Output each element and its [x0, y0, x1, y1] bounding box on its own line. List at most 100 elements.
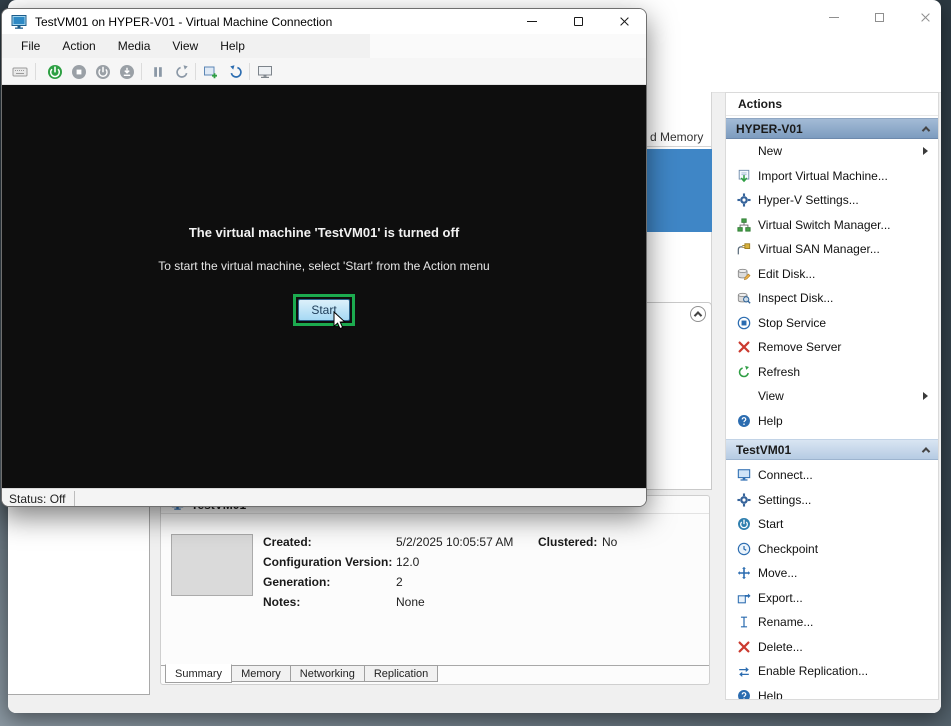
action-start[interactable]: Start: [726, 512, 938, 537]
manager-close-button[interactable]: [910, 5, 940, 29]
manager-minimize-button[interactable]: [819, 5, 849, 29]
action-edit-disk[interactable]: Edit Disk...: [726, 262, 938, 287]
toolbar-separator: [35, 63, 36, 80]
shut-down-icon: [95, 64, 111, 80]
delete-icon: [736, 639, 752, 655]
ctrl-alt-delete-button[interactable]: [10, 62, 30, 82]
action-label: Start: [758, 517, 783, 531]
submenu-arrow-icon: [923, 392, 928, 400]
action-enable-replication[interactable]: Enable Replication...: [726, 659, 938, 684]
revert-button[interactable]: [226, 62, 246, 82]
vmconnect-close-button[interactable]: [607, 9, 641, 34]
vmconnect-minimize-button[interactable]: [515, 9, 549, 34]
vmconnect-titlebar[interactable]: TestVM01 on HYPER-V01 - Virtual Machine …: [2, 9, 646, 34]
statusbar-separator: [74, 491, 75, 506]
tab-memory[interactable]: Memory: [232, 665, 291, 682]
start-vm-button[interactable]: [45, 62, 65, 82]
shut-down-button[interactable]: [93, 62, 113, 82]
action-label: Checkpoint: [758, 542, 818, 556]
minimize-icon: [829, 17, 839, 18]
submenu-arrow-icon: [923, 147, 928, 155]
vm-off-message: The virtual machine 'TestVM01' is turned…: [2, 225, 646, 240]
action-new[interactable]: New: [726, 139, 938, 164]
checkpoint-icon: [736, 541, 752, 557]
vmconnect-app-icon: [11, 14, 27, 30]
menu-file[interactable]: File: [10, 34, 51, 58]
chevron-up-icon: [694, 311, 702, 319]
settings-gear-icon: [736, 192, 752, 208]
action-import-virtual-machine[interactable]: Import Virtual Machine...: [726, 164, 938, 189]
save-state-button[interactable]: [117, 62, 137, 82]
mouse-cursor: [333, 311, 347, 331]
refresh-icon: [736, 364, 752, 380]
vmconnect-window: TestVM01 on HYPER-V01 - Virtual Machine …: [1, 8, 647, 507]
field-label: Configuration Version:: [263, 555, 392, 569]
field-label: Generation:: [263, 575, 330, 589]
pause-button[interactable]: [148, 62, 168, 82]
toolbar-separator: [141, 63, 142, 80]
action-move[interactable]: Move...: [726, 561, 938, 586]
action-checkpoint[interactable]: Checkpoint: [726, 537, 938, 562]
details-tabs: Summary Memory Networking Replication: [165, 665, 438, 683]
action-virtual-san-manager[interactable]: Virtual SAN Manager...: [726, 237, 938, 262]
action-label: Help: [758, 689, 783, 700]
move-icon: [736, 565, 752, 581]
help-icon: [736, 413, 752, 429]
action-connect[interactable]: Connect...: [726, 463, 938, 488]
inspect-disk-icon: [736, 290, 752, 306]
close-icon: [920, 12, 931, 23]
menu-view[interactable]: View: [161, 34, 209, 58]
vmconnect-statusbar: Status: Off: [2, 488, 646, 507]
turn-off-button[interactable]: [69, 62, 89, 82]
reset-button[interactable]: [172, 62, 192, 82]
action-virtual-switch-manager[interactable]: Virtual Switch Manager...: [726, 213, 938, 238]
tab-summary[interactable]: Summary: [165, 664, 232, 683]
action-view[interactable]: View: [726, 384, 938, 409]
action-hyperv-settings[interactable]: Hyper-V Settings...: [726, 188, 938, 213]
action-delete[interactable]: Delete...: [726, 635, 938, 660]
action-stop-service[interactable]: Stop Service: [726, 311, 938, 336]
start-power-icon: [736, 516, 752, 532]
action-help[interactable]: Help: [726, 409, 938, 434]
manager-maximize-button[interactable]: [864, 5, 894, 29]
maximize-icon: [875, 13, 884, 22]
menu-help[interactable]: Help: [209, 34, 256, 58]
tab-replication[interactable]: Replication: [365, 665, 438, 682]
vm-off-hint: To start the virtual machine, select 'St…: [2, 259, 646, 273]
action-help-vm[interactable]: Help: [726, 684, 938, 701]
actions-pane-title: Actions: [726, 93, 938, 116]
enhanced-session-button[interactable]: [255, 62, 275, 82]
checkpoint-button[interactable]: [201, 62, 221, 82]
field-value: None: [396, 595, 425, 609]
save-icon: [119, 64, 135, 80]
keyboard-icon: [12, 64, 28, 80]
chevron-up-icon: [922, 126, 930, 134]
collapse-panel-button[interactable]: [690, 306, 706, 322]
virtual-san-icon: [736, 241, 752, 257]
action-vm-settings[interactable]: Settings...: [726, 488, 938, 513]
import-icon: [736, 168, 752, 184]
blank-icon: [736, 143, 752, 159]
status-text: Status: Off: [9, 492, 65, 506]
action-inspect-disk[interactable]: Inspect Disk...: [726, 286, 938, 311]
action-label: Settings...: [758, 493, 811, 507]
action-label: Export...: [758, 591, 803, 605]
action-remove-server[interactable]: Remove Server: [726, 335, 938, 360]
action-label: Help: [758, 414, 783, 428]
help-icon: [736, 688, 752, 700]
action-label: New: [758, 144, 782, 158]
vmconnect-maximize-button[interactable]: [561, 9, 595, 34]
action-refresh[interactable]: Refresh: [726, 360, 938, 385]
menu-media[interactable]: Media: [107, 34, 162, 58]
menu-action[interactable]: Action: [51, 34, 106, 58]
vm-console-screen: The virtual machine 'TestVM01' is turned…: [2, 85, 646, 488]
actions-section-testvm01[interactable]: TestVM01: [726, 439, 938, 460]
action-label: Delete...: [758, 640, 803, 654]
action-rename[interactable]: Rename...: [726, 610, 938, 635]
action-export[interactable]: Export...: [726, 586, 938, 611]
actions-section-hyperv01[interactable]: HYPER-V01: [726, 118, 938, 139]
tab-networking[interactable]: Networking: [291, 665, 365, 682]
close-icon: [619, 16, 630, 27]
enhanced-session-icon: [257, 64, 273, 80]
field-value: 5/2/2025 10:05:57 AM: [396, 535, 513, 549]
